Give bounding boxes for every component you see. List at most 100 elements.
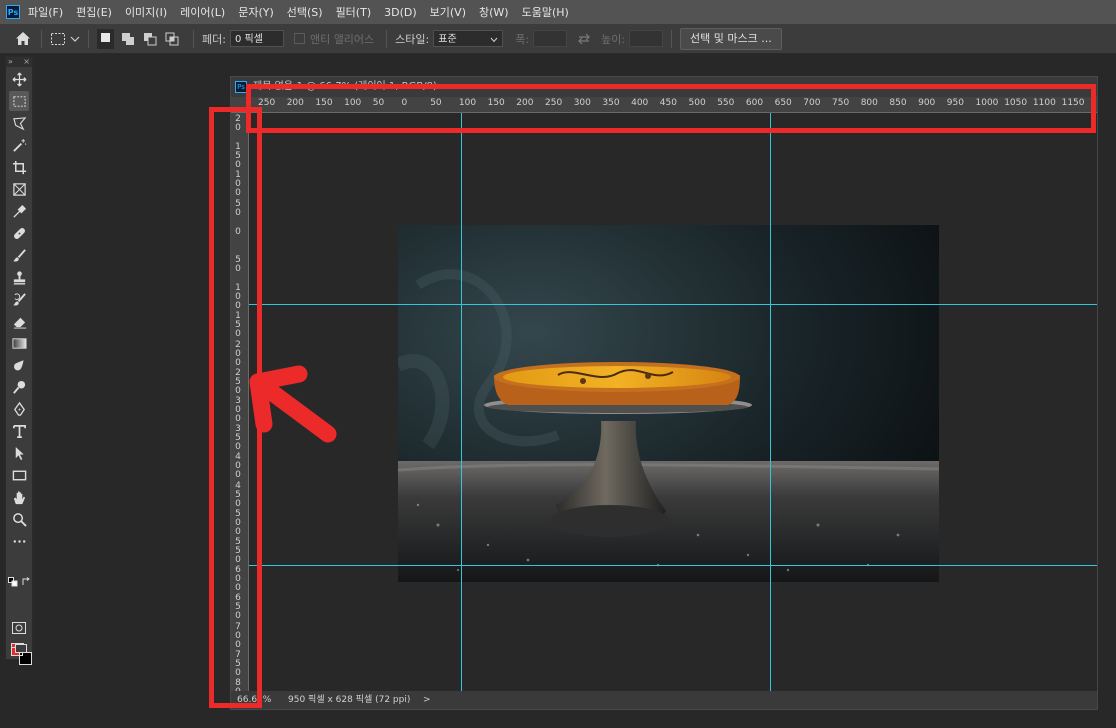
feather-input[interactable]: 0 픽셀: [229, 30, 284, 47]
menu-image[interactable]: 이미지(I): [125, 4, 167, 20]
history-brush-tool[interactable]: [9, 289, 29, 309]
intersect-selection-icon[interactable]: [165, 32, 179, 46]
pen-tool[interactable]: [9, 399, 29, 419]
gradient-tool[interactable]: [9, 333, 29, 353]
frame-tool[interactable]: [9, 179, 29, 199]
chevron-down-icon: [490, 37, 498, 43]
height-input[interactable]: [629, 30, 664, 47]
separator: [386, 29, 388, 48]
crop-icon: [12, 160, 26, 174]
guide-horizontal[interactable]: [249, 565, 1097, 566]
clone-stamp-tool[interactable]: [9, 267, 29, 287]
guide-vertical[interactable]: [770, 113, 771, 691]
drop-icon: [13, 359, 24, 370]
zoom-tool[interactable]: [9, 509, 29, 529]
document-window: Ps 제목 없음-1 @ 66.7% (레이어 1, RGB/8) 250 200…: [230, 76, 1098, 710]
tools-panel-header[interactable]: » ×: [6, 57, 32, 67]
width-label: 폭:: [515, 32, 530, 46]
eraser-tool[interactable]: [9, 311, 29, 331]
feather-label: 페더:: [202, 32, 226, 46]
hand-tool[interactable]: [9, 487, 29, 507]
collapse-icon[interactable]: »: [8, 57, 13, 67]
bandage-icon: [13, 227, 25, 239]
menu-type[interactable]: 문자(Y): [238, 4, 274, 20]
ellipsis-icon: [13, 539, 25, 543]
new-selection-icon: [101, 32, 110, 42]
dodge-tool[interactable]: [9, 377, 29, 397]
rectangle-tool[interactable]: [9, 465, 29, 485]
path-selection-tool[interactable]: [9, 443, 29, 463]
move-tool[interactable]: [9, 69, 29, 89]
eraser-icon: [13, 317, 26, 329]
separator: [88, 29, 89, 48]
menu-file[interactable]: 파일(F): [28, 4, 63, 20]
new-selection-button[interactable]: [97, 28, 114, 49]
status-menu-arrow[interactable]: >: [423, 691, 431, 709]
menu-layer[interactable]: 레이어(L): [180, 4, 225, 20]
brush-tool[interactable]: [9, 245, 29, 265]
stamp-icon: [13, 270, 25, 285]
add-selection-icon[interactable]: [121, 32, 135, 46]
history-brush-icon: [12, 292, 26, 305]
menu-select[interactable]: 선택(S): [287, 4, 323, 20]
rect-marquee-icon: [51, 32, 65, 45]
more-tools[interactable]: [9, 531, 29, 551]
menu-3d[interactable]: 3D(D): [384, 6, 417, 19]
swap-colors-icon[interactable]: [21, 572, 31, 591]
screen-mode-icon[interactable]: [11, 641, 27, 660]
brush-icon: [12, 248, 26, 261]
separator: [193, 29, 194, 48]
eyedropper-tool[interactable]: [9, 201, 29, 221]
width-input[interactable]: [533, 30, 568, 47]
blur-tool[interactable]: [9, 355, 29, 375]
annotation-arrow-icon: [249, 365, 337, 443]
menu-window[interactable]: 창(W): [479, 4, 509, 20]
swap-icon[interactable]: [577, 33, 591, 45]
guide-vertical[interactable]: [461, 113, 462, 691]
style-select[interactable]: 표준: [433, 30, 504, 47]
antialias-checkbox[interactable]: [293, 33, 305, 44]
type-tool[interactable]: [9, 421, 29, 441]
healing-brush-tool[interactable]: [9, 223, 29, 243]
antialias-label: 앤티 앨리어스: [309, 32, 375, 46]
type-icon: [12, 424, 26, 438]
subtract-selection-icon[interactable]: [143, 32, 157, 46]
pen-icon: [13, 401, 25, 416]
style-value: 표준: [438, 34, 457, 45]
arrow-pointer-icon: [15, 446, 24, 460]
rectangle-icon: [12, 470, 26, 480]
height-label: 높이:: [601, 32, 626, 46]
magic-wand-tool[interactable]: [9, 135, 29, 155]
frame-icon: [12, 182, 26, 196]
marquee-preset-picker[interactable]: [50, 32, 80, 46]
close-icon[interactable]: ×: [23, 57, 30, 67]
move-icon: [12, 72, 26, 86]
photoshop-logo: Ps: [6, 5, 20, 19]
gradient-icon: [11, 337, 27, 349]
canvas-area[interactable]: [249, 113, 1097, 691]
magic-wand-icon: [12, 138, 26, 152]
options-bar: 페더: 0 픽셀 앤티 앨리어스 스타일: 표준 폭: 높이: 선택 및 마스크…: [0, 24, 1116, 54]
canvas-image: [398, 225, 939, 582]
quick-mask-icon[interactable]: [12, 619, 26, 638]
menu-edit[interactable]: 편집(E): [76, 4, 112, 20]
hand-icon: [13, 490, 25, 504]
menu-filter[interactable]: 필터(T): [336, 4, 372, 20]
guide-horizontal[interactable]: [249, 304, 1097, 305]
home-icon[interactable]: [13, 29, 33, 49]
menu-help[interactable]: 도움말(H): [522, 4, 569, 20]
marquee-tool[interactable]: [9, 91, 29, 111]
default-colors-icon[interactable]: [8, 572, 18, 591]
select-and-mask-button[interactable]: 선택 및 마스크 ...: [680, 27, 782, 50]
crop-tool[interactable]: [9, 157, 29, 177]
tools-panel: » ×: [5, 56, 33, 665]
zoom-icon: [12, 512, 27, 527]
lasso-tool[interactable]: [9, 113, 29, 133]
status-bar: 66.67% 950 픽셀 x 628 픽셀 (72 ppi) >: [231, 691, 1097, 709]
style-label: 스타일:: [395, 32, 430, 46]
menu-bar: Ps 파일(F) 편집(E) 이미지(I) 레이어(L) 문자(Y) 선택(S)…: [0, 0, 1116, 24]
dodge-icon: [12, 380, 25, 394]
menu-view[interactable]: 보기(V): [430, 4, 466, 20]
separator: [41, 29, 42, 48]
highlight-horizontal-ruler: [246, 84, 1096, 133]
